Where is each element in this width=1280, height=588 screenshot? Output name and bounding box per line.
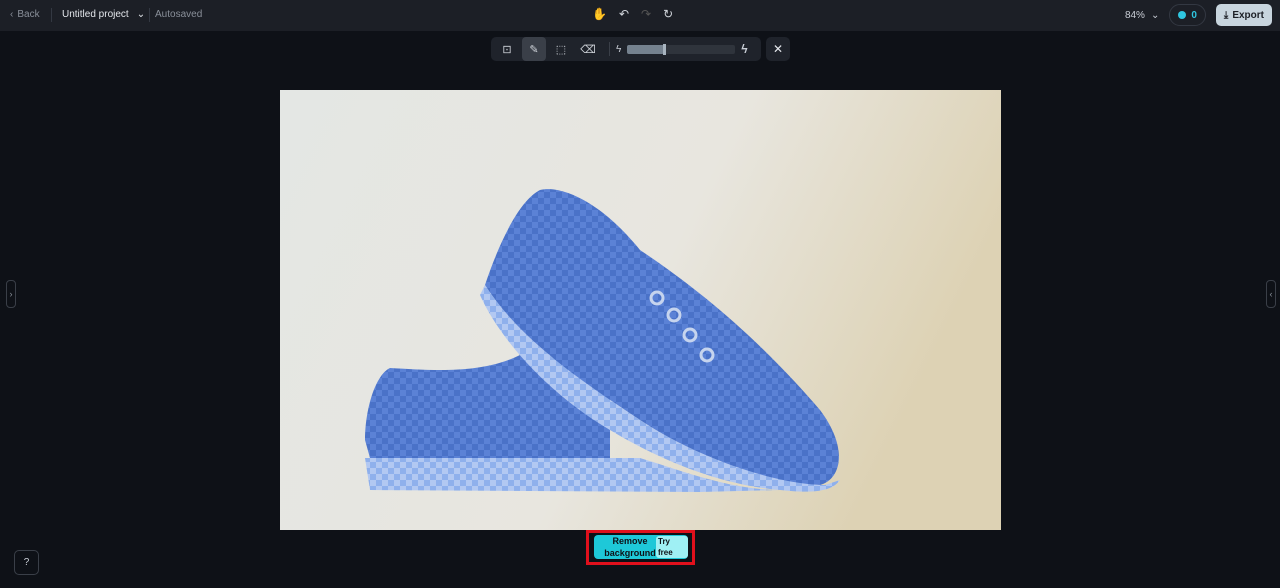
top-bar: ‹ Back Untitled project ⌄ Autosaved ✋ ↶ ↷ … <box>0 0 1280 31</box>
lasso-select-icon[interactable]: ⬚ <box>549 37 573 61</box>
autosave-status: Autosaved <box>155 9 203 20</box>
back-button[interactable]: ‹ Back <box>10 9 40 20</box>
mask-toolbar: ⊡ ✎ ⬚ ⌫ ϟ ϟ <box>491 37 761 61</box>
undo-icon[interactable]: ↶ <box>619 7 629 21</box>
chevron-left-icon: ‹ <box>1269 289 1273 299</box>
help-button[interactable]: ? <box>14 550 39 575</box>
brush-large-icon: ϟ <box>741 42 748 56</box>
zoom-dropdown[interactable]: 84% ⌄ <box>1125 10 1159 21</box>
try-free-badge: Try free <box>656 536 688 558</box>
chevron-left-icon: ‹ <box>10 9 14 20</box>
slider-thumb[interactable] <box>663 43 667 55</box>
chevron-down-icon: ⌄ <box>1150 9 1160 21</box>
left-panel-toggle[interactable]: › <box>6 280 16 308</box>
divider <box>149 8 150 22</box>
remove-background-button[interactable]: Remove background Try free <box>594 535 688 559</box>
right-panel-toggle[interactable]: ‹ <box>1266 280 1276 308</box>
hand-icon[interactable]: ✋ <box>592 7 607 21</box>
chevron-right-icon: › <box>9 289 13 299</box>
project-title-dropdown[interactable]: Untitled project ⌄ <box>62 9 145 20</box>
chevron-down-icon: ⌄ <box>136 9 146 20</box>
eraser-icon[interactable]: ⌫ <box>576 37 600 61</box>
download-icon: ⤓ <box>1223 9 1229 21</box>
slider-fill <box>627 44 665 54</box>
brush-size-slider[interactable] <box>627 43 736 55</box>
reset-icon[interactable]: ↻ <box>663 7 673 21</box>
credits-badge[interactable]: 0 <box>1169 4 1206 26</box>
divider <box>51 8 52 22</box>
person-select-icon[interactable]: ⊡ <box>495 37 519 61</box>
credit-icon <box>1178 11 1187 19</box>
image-canvas[interactable] <box>280 90 1001 530</box>
brush-small-icon: ϟ <box>616 43 622 55</box>
brush-icon[interactable]: ✎ <box>522 37 546 61</box>
divider <box>609 42 610 56</box>
export-button[interactable]: ⤓ Export <box>1215 4 1272 26</box>
close-button[interactable]: ✕ <box>766 37 790 61</box>
redo-icon[interactable]: ↷ <box>641 7 651 21</box>
close-icon: ✕ <box>772 42 784 56</box>
help-icon: ? <box>23 557 30 568</box>
